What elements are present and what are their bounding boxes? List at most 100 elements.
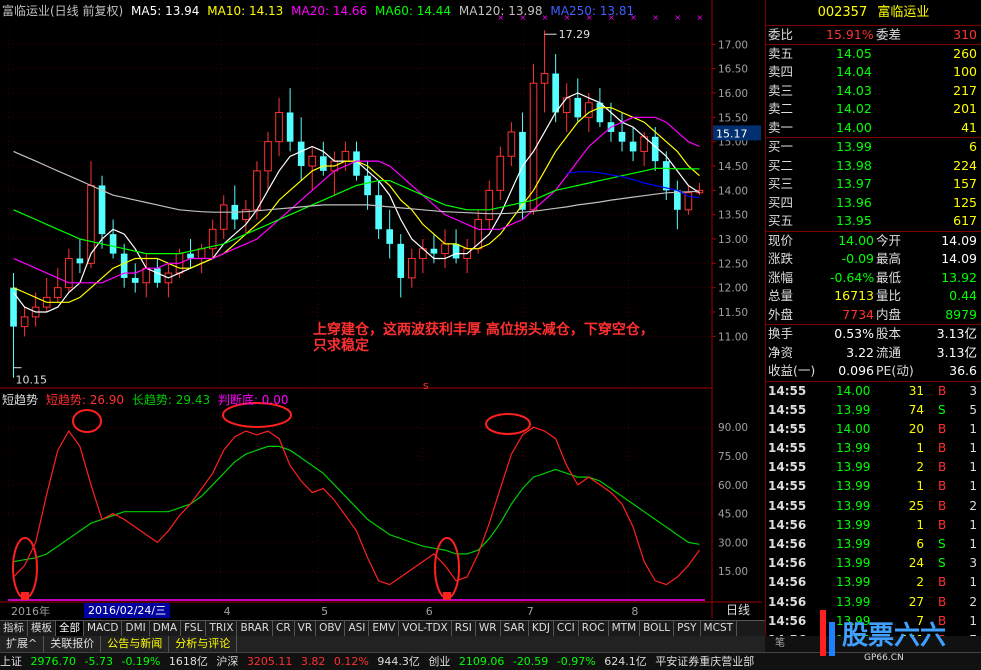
indicator-tab[interactable]: MTM [609,621,641,636]
level-price: 13.97 [836,176,872,191]
trade-price: 14.00 [836,383,871,398]
stat-label: 最低 [876,269,902,285]
low-label: 10.15 [16,374,48,387]
fin-value: 3.13亿 [936,326,977,341]
indicator-tab[interactable]: 全部 [56,621,84,636]
footer-label: 笔 [775,638,785,649]
period-label[interactable]: 日线 [726,603,750,618]
trade-direction: B [938,441,947,456]
level-label: 买一 [768,139,794,154]
level-price: 14.05 [836,45,872,61]
candle-body-down [629,141,637,152]
stat-row: 涨幅 -0.64% 最低 13.92 [766,269,981,288]
sh-pct: -0.19% [121,655,161,668]
level-volume: 41 [961,119,977,135]
trade-price: 13.99 [836,556,871,571]
trade-row: 14:55 13.99 2 B 1 [766,458,981,477]
sub-tab[interactable]: 扩展^ [0,636,45,652]
trade-count: 3 [969,556,977,571]
cy-index: 2109.06 [458,655,505,668]
price-tick-label: 15.50 [718,112,748,124]
logo-text: 股票六六 [842,621,946,651]
ind-tick-label: 75.00 [718,451,748,463]
indicator-tab[interactable]: SAR [501,621,529,636]
weicha-label: 委差 [876,27,902,42]
buy-book: 买一 13.99 6 买二 13.98 224 买三 13.97 157 买四 13.96 125 买五… [766,138,981,232]
candle-body-down [286,112,294,142]
indicator-tab[interactable]: WR [476,621,501,636]
logo-bar-2 [829,622,835,656]
indicator-tab[interactable]: 指标 [0,621,28,636]
candle-body-down [76,258,84,264]
indicator-tab[interactable]: MACD [84,621,123,636]
indicator-tab[interactable]: TRIX [206,621,238,636]
finance-row: 收益(一) 0.096 PE(动) 36.6 [766,362,981,381]
trade-row: 14:55 13.99 25 B 2 [766,497,981,516]
indicator-long: 长趋势: 29.43 [131,393,211,407]
indicator-tab[interactable]: CR [273,621,295,636]
trade-volume: 2 [916,460,924,475]
trade-direction: B [938,479,947,494]
indicator-tab[interactable]: DMA [150,621,182,636]
kline-chart[interactable]: 17.00 16.50 16.00 15.50 15.00 14.50 14.00 13.50… [0,0,762,620]
trade-time: 14:55 [768,498,807,513]
indicator-tab[interactable]: BRAR [237,621,273,636]
legend-ma10: MA10: 14.13 [207,4,284,18]
level-volume: 6 [969,139,977,154]
trade-price: 13.99 [836,479,871,494]
sz-index: 3205.11 [246,655,293,668]
indicator-tab[interactable]: EMV [369,621,400,636]
indicator-tab[interactable]: MCST [701,621,738,636]
sz-label: 沪深 [216,655,239,668]
time-tick-label: 2016年 [11,604,50,618]
chart-annotation: 上穿建仓，这两波获利丰厚 高位拐头减仓，下穿空仓，只求稳定 [313,322,654,354]
indicator-tab[interactable]: BOLL [640,621,675,636]
trade-count: 1 [969,460,977,475]
trade-direction: B [938,460,947,475]
price-tick-label: 11.50 [718,307,748,319]
trade-price: 14.00 [836,421,871,436]
quote-panel: 002357 富临运业 委比 15.91% 委差 310 卖五 14.05 260 卖… [765,0,981,666]
indicator-tab[interactable]: ASI [345,621,370,636]
sub-tab[interactable]: 分析与评论 [169,636,238,652]
cy-pct: -0.97% [556,655,596,668]
indicator-tab[interactable]: CCI [554,621,579,636]
indicator-tab[interactable]: PSY [674,621,701,636]
level-label: 买三 [768,176,794,191]
cursor-date: 2016/02/24/三 [84,603,171,618]
indicator-tab[interactable]: 模板 [28,621,56,636]
candle-body-down [662,161,670,191]
stat-value: -0.09 [841,251,874,266]
sell-level-row: 卖五 14.05 260 [766,45,981,64]
stock-header: 002357 富临运业 [766,0,981,26]
candle-body-down [397,243,405,278]
stat-label: 现价 [768,232,794,248]
stat-row: 总量 16713 量比 0.44 [766,287,981,306]
sub-tab[interactable]: 关联报价 [44,636,102,652]
stat-value: 7734 [842,306,874,322]
stat-label: 内盘 [876,306,902,322]
trade-price: 13.99 [836,441,871,456]
time-tick-label: 4 [224,605,231,618]
level-price: 13.96 [836,194,872,210]
candle-body-up [20,316,29,328]
trade-direction: S [938,556,946,571]
indicator-tab[interactable]: DMI [122,621,150,636]
level-volume: 217 [953,82,977,98]
indicator-tab[interactable]: VR [295,621,317,636]
trade-volume: 1 [916,479,924,494]
indicator-tab[interactable]: VOL-TDX [399,621,452,636]
sub-tab[interactable]: 公告与新闻 [101,636,170,652]
candle-body-up [219,204,228,230]
indicator-tab[interactable]: RSI [452,621,476,636]
candle-body-down [154,268,161,283]
trade-volume: 25 [908,498,924,513]
trade-row: 14:55 13.99 1 B 1 [766,477,981,496]
indicator-tab[interactable]: KDJ [529,621,554,636]
indicator-tab[interactable]: OBV [316,621,346,636]
indicator-short [13,426,700,586]
fin-value: 3.22 [846,344,874,360]
indicator-tab[interactable]: FSL [181,621,207,636]
indicator-tab[interactable]: ROC [579,621,609,636]
fin-label: 换手 [768,326,794,341]
